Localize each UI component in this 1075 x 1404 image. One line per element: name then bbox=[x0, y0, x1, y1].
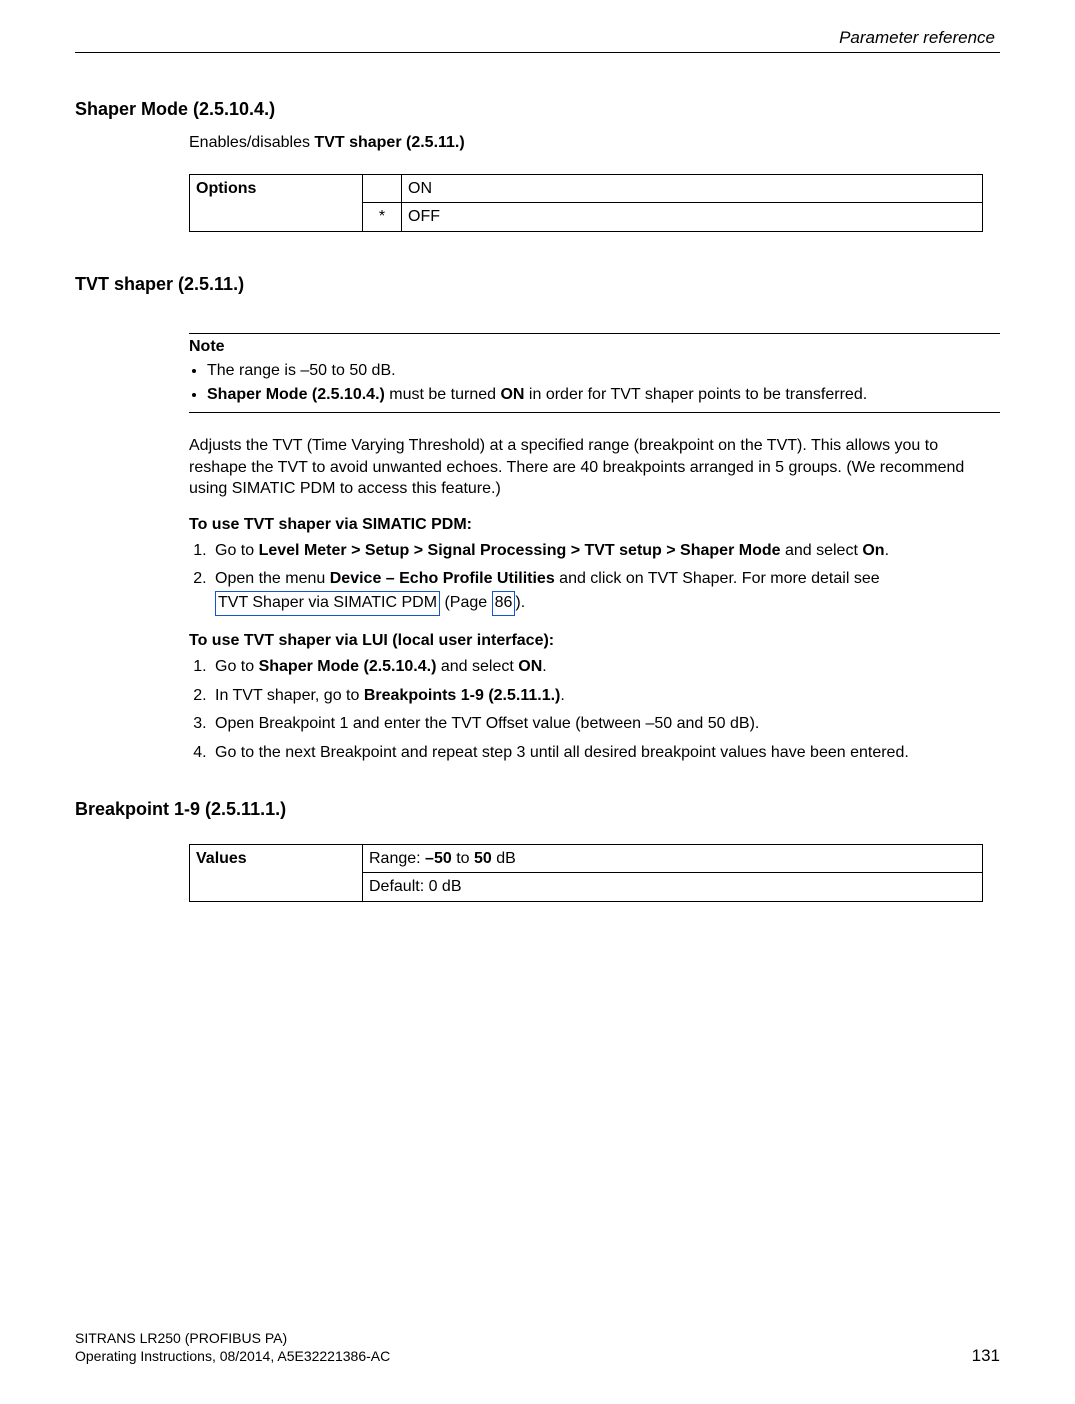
heading-shaper-mode: Shaper Mode (2.5.10.4.) bbox=[75, 99, 1000, 120]
header-section-title: Parameter reference bbox=[75, 28, 1000, 53]
text-bold: On bbox=[862, 542, 884, 559]
text-bold: Shaper Mode (2.5.10.4.) bbox=[207, 386, 385, 403]
text-bold: Device – Echo Profile Utilities bbox=[330, 570, 555, 587]
divider bbox=[189, 412, 1000, 413]
text: in order for TVT shaper points to be tra… bbox=[524, 386, 867, 403]
values-range: Range: –50 to 50 dB bbox=[363, 844, 983, 873]
option-mark bbox=[363, 174, 402, 203]
list-item: Shaper Mode (2.5.10.4.) must be turned O… bbox=[207, 384, 1000, 406]
text: . bbox=[542, 658, 546, 675]
text-bold: Breakpoints 1-9 (2.5.11.1.) bbox=[364, 687, 561, 704]
body-paragraph: Adjusts the TVT (Time Varying Threshold)… bbox=[189, 435, 1000, 500]
text-bold: Shaper Mode (2.5.10.4.) bbox=[259, 658, 437, 675]
text: . bbox=[885, 542, 889, 559]
table-row: Values Range: –50 to 50 dB bbox=[190, 844, 983, 873]
text-bold: –50 bbox=[425, 850, 452, 867]
table-row: Options ON bbox=[190, 174, 983, 203]
note-bullets: The range is –50 to 50 dB. Shaper Mode (… bbox=[189, 360, 1000, 406]
link-page-ref[interactable]: 86 bbox=[492, 591, 516, 616]
note-label: Note bbox=[189, 338, 1000, 356]
link-tvt-shaper-pdm[interactable]: TVT Shaper via SIMATIC PDM bbox=[215, 591, 440, 616]
shaper-mode-description: Enables/disables TVT shaper (2.5.11.) bbox=[189, 132, 1000, 154]
option-value: ON bbox=[402, 174, 983, 203]
footer-product: SITRANS LR250 (PROFIBUS PA) bbox=[75, 1330, 1000, 1346]
text: Go to bbox=[215, 658, 259, 675]
values-label: Values bbox=[190, 844, 363, 901]
text: Range: bbox=[369, 850, 425, 867]
options-table: Options ON * OFF bbox=[189, 174, 983, 232]
text: dB bbox=[492, 850, 516, 867]
text-bold: 50 bbox=[474, 850, 492, 867]
footer-docinfo: Operating Instructions, 08/2014, A5E3222… bbox=[75, 1348, 390, 1364]
text: and select bbox=[436, 658, 518, 675]
text: In TVT shaper, go to bbox=[215, 687, 364, 704]
text: Enables/disables bbox=[189, 134, 314, 151]
list-item: In TVT shaper, go to Breakpoints 1-9 (2.… bbox=[211, 685, 1000, 708]
list-item: Open the menu Device – Echo Profile Util… bbox=[211, 568, 1000, 615]
lui-heading: To use TVT shaper via LUI (local user in… bbox=[189, 632, 1000, 650]
pdm-heading: To use TVT shaper via SIMATIC PDM: bbox=[189, 516, 1000, 534]
text-bold: TVT shaper (2.5.11.) bbox=[314, 134, 464, 151]
list-item: The range is –50 to 50 dB. bbox=[207, 360, 1000, 382]
list-item: Go to Shaper Mode (2.5.10.4.) and select… bbox=[211, 656, 1000, 679]
list-item: Go to the next Breakpoint and repeat ste… bbox=[211, 742, 1000, 765]
text-bold: Level Meter > Setup > Signal Processing … bbox=[259, 542, 781, 559]
note-block: Note The range is –50 to 50 dB. Shaper M… bbox=[189, 333, 1000, 413]
text: must be turned bbox=[385, 386, 501, 403]
text: and select bbox=[781, 542, 863, 559]
page: Parameter reference Shaper Mode (2.5.10.… bbox=[0, 0, 1075, 1404]
page-number: 131 bbox=[972, 1346, 1000, 1366]
text: to bbox=[452, 850, 474, 867]
text: . bbox=[560, 687, 564, 704]
options-label: Options bbox=[190, 174, 363, 231]
values-table: Values Range: –50 to 50 dB Default: 0 dB bbox=[189, 844, 983, 902]
pdm-steps: Go to Level Meter > Setup > Signal Proce… bbox=[189, 540, 1000, 616]
option-value: OFF bbox=[402, 203, 983, 232]
page-footer: SITRANS LR250 (PROFIBUS PA) Operating In… bbox=[75, 1330, 1000, 1366]
text: and click on TVT Shaper. For more detail… bbox=[555, 570, 880, 587]
text: (Page bbox=[440, 594, 492, 611]
heading-breakpoint: Breakpoint 1-9 (2.5.11.1.) bbox=[75, 799, 1000, 820]
text-bold: ON bbox=[518, 658, 542, 675]
text: Open the menu bbox=[215, 570, 330, 587]
text-bold: ON bbox=[500, 386, 524, 403]
lui-steps: Go to Shaper Mode (2.5.10.4.) and select… bbox=[189, 656, 1000, 765]
heading-tvt-shaper: TVT shaper (2.5.11.) bbox=[75, 274, 1000, 295]
values-default: Default: 0 dB bbox=[363, 873, 983, 902]
option-mark: * bbox=[363, 203, 402, 232]
list-item: Open Breakpoint 1 and enter the TVT Offs… bbox=[211, 713, 1000, 736]
divider bbox=[189, 333, 1000, 334]
text: Go to bbox=[215, 542, 259, 559]
list-item: Go to Level Meter > Setup > Signal Proce… bbox=[211, 540, 1000, 563]
text: ). bbox=[515, 594, 525, 611]
